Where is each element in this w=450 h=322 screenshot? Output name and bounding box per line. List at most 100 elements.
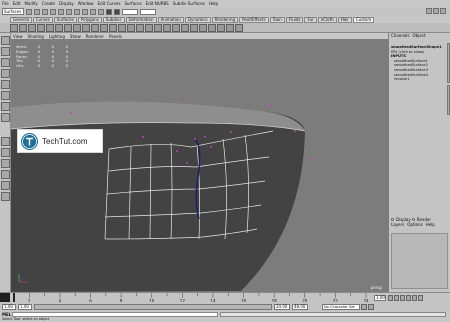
quick-selection-field[interactable] — [122, 8, 138, 15]
planar-icon[interactable] — [100, 23, 108, 32]
freeze-icon[interactable] — [217, 23, 225, 32]
single-view-layout-icon[interactable] — [1, 137, 10, 146]
viewport-menu-panels[interactable]: Panels — [109, 34, 122, 39]
menu-subdiv-surfaces[interactable]: Subdiv Surfaces — [173, 0, 205, 7]
menu-help[interactable]: Help — [209, 0, 218, 7]
command-input[interactable] — [12, 311, 218, 317]
command-language-label[interactable]: MEL — [0, 312, 12, 317]
cv-curve-icon[interactable] — [118, 23, 126, 32]
select-tool-icon[interactable] — [1, 36, 10, 45]
shelf-tab-toon[interactable]: Toon — [269, 16, 285, 23]
shelf-tab-subdivs[interactable]: Subdivs — [102, 16, 125, 23]
delete-history-icon[interactable] — [235, 23, 243, 32]
new-scene-icon[interactable] — [26, 8, 32, 15]
nurbs-cube-icon[interactable] — [19, 23, 27, 32]
select-by-hierarchy-icon[interactable] — [50, 8, 56, 15]
persp-graph-layout-icon[interactable] — [1, 170, 10, 179]
layer-list[interactable] — [391, 233, 448, 289]
history-icon[interactable] — [98, 8, 104, 15]
shelf-tab-surfaces[interactable]: Surfaces — [53, 16, 77, 23]
nurbs-cone-icon[interactable] — [37, 23, 45, 32]
shelf-tab-curves[interactable]: Curves — [32, 16, 53, 23]
shelf-tab-animation[interactable]: Animation — [157, 16, 184, 23]
insert-isoparm-icon[interactable] — [163, 23, 171, 32]
detach-icon[interactable] — [145, 23, 153, 32]
extrude-icon[interactable] — [109, 23, 117, 32]
play-back-icon[interactable] — [400, 295, 405, 301]
poly-sphere-icon[interactable] — [55, 23, 63, 32]
playback-start-field[interactable]: 1.00 — [18, 303, 32, 310]
nurbs-sphere-icon[interactable] — [10, 23, 18, 32]
trim-icon[interactable] — [181, 23, 189, 32]
perspective-viewport[interactable]: View Shading Lighting Show Renderer Panels — [11, 33, 388, 292]
ipr-render-icon[interactable] — [114, 8, 120, 15]
attach-icon[interactable] — [136, 23, 144, 32]
center-pivot-icon[interactable] — [226, 23, 234, 32]
playback-end-field[interactable]: 24.00 — [274, 303, 290, 310]
tool-settings-toggle-icon[interactable] — [433, 8, 439, 14]
shelf-tab-fluids[interactable]: Fluids — [285, 16, 304, 23]
current-frame-field[interactable]: 1.00 — [374, 295, 386, 301]
menu-edit[interactable]: Edit — [13, 0, 21, 7]
viewport-menu-shading[interactable]: Shading — [28, 34, 44, 39]
menu-edit-curves[interactable]: Edit Curves — [98, 0, 121, 7]
layer-menu-help[interactable]: Help — [426, 222, 435, 227]
hypershade-layout-icon[interactable] — [1, 181, 10, 190]
render-layout-icon[interactable] — [1, 192, 10, 201]
channel-box-menu-object[interactable]: Object — [413, 33, 426, 39]
manipulator-icon[interactable] — [1, 102, 10, 111]
nurbs-cylinder-icon[interactable] — [28, 23, 36, 32]
viewport-menu-renderer[interactable]: Renderer — [86, 34, 104, 39]
menu-modify[interactable]: Modify — [24, 0, 37, 7]
range-bar[interactable] — [34, 303, 272, 310]
menu-set-select[interactable]: Surfaces — [2, 8, 24, 15]
move-tool-icon[interactable] — [1, 69, 10, 78]
select-by-component-icon[interactable] — [66, 8, 72, 15]
shelf-tab-painteffects[interactable]: PaintEffects — [239, 16, 269, 23]
shelf-tab-custom[interactable]: Custom — [352, 16, 375, 23]
preferences-icon[interactable] — [368, 303, 374, 310]
channel-box-toggle-icon[interactable] — [440, 8, 446, 14]
smooth-icon[interactable] — [190, 23, 198, 32]
step-forward-icon[interactable] — [412, 295, 417, 301]
viewport-menu-show[interactable]: Show — [70, 34, 81, 39]
start-time-field[interactable]: 1.00 — [2, 303, 16, 310]
layer-mode-radio[interactable] — [391, 218, 394, 221]
viewport-menu-lighting[interactable]: Lighting — [49, 34, 65, 39]
shelf-tab-rendering[interactable]: Rendering — [211, 16, 239, 23]
play-forward-icon[interactable] — [406, 295, 411, 301]
layer-menu-options[interactable]: Options — [407, 222, 422, 227]
paint-select-icon[interactable] — [1, 58, 10, 67]
attribute-editor-toggle-icon[interactable] — [426, 8, 432, 14]
menu-surfaces[interactable]: Surfaces — [124, 0, 141, 7]
scale-tool-icon[interactable] — [1, 91, 10, 100]
go-to-start-icon[interactable] — [388, 295, 393, 301]
shelf-tab-ncloth[interactable]: nCloth — [317, 16, 337, 23]
layer-mode-radio[interactable] — [411, 218, 415, 221]
duplicate-icon[interactable] — [199, 23, 207, 32]
layer-menu-layers[interactable]: Layers — [391, 222, 404, 227]
persp-outliner-layout-icon[interactable] — [1, 159, 10, 168]
four-view-layout-icon[interactable] — [1, 148, 10, 157]
last-tool-icon[interactable] — [1, 113, 10, 122]
rotate-tool-icon[interactable] — [1, 80, 10, 89]
shelf-tab-hair[interactable]: Hair — [337, 16, 352, 23]
loft-icon[interactable] — [91, 23, 99, 32]
poly-cube-icon[interactable] — [64, 23, 72, 32]
rename-field[interactable] — [140, 8, 156, 15]
snap-grid-icon[interactable] — [74, 8, 80, 15]
menu-create[interactable]: Create — [42, 0, 55, 7]
menu-edit-nurbs[interactable]: Edit NURBS — [146, 0, 169, 7]
time-slider[interactable]: 124681012141618202224 1.00 — [0, 292, 450, 303]
snap-point-icon[interactable] — [90, 8, 96, 15]
shelf-tab-dynamics[interactable]: Dynamics — [184, 16, 211, 23]
render-icon[interactable] — [106, 8, 112, 15]
menu-file[interactable]: File — [2, 0, 9, 7]
channel-box-item[interactable]: smoothedSurfaceShape1 — [390, 45, 448, 50]
auto-key-icon[interactable] — [361, 303, 367, 310]
revolve-icon[interactable] — [82, 23, 90, 32]
menu-window[interactable]: Window — [78, 0, 94, 7]
ep-curve-icon[interactable] — [127, 23, 135, 32]
shelf-tab-general[interactable]: General — [10, 16, 32, 23]
group-icon[interactable] — [208, 23, 216, 32]
